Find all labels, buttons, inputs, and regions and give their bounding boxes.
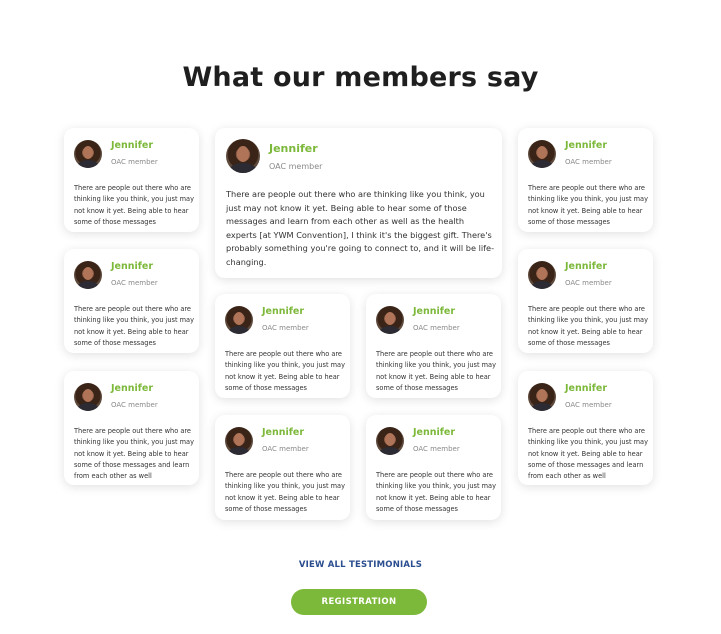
- testimonial-quote: There are people out there who are think…: [74, 305, 194, 347]
- testimonial-quote: There are people out there who are think…: [225, 350, 345, 392]
- avatar: [225, 306, 253, 334]
- testimonial-card: Jennifer OAC member There are people out…: [518, 371, 653, 485]
- registration-button[interactable]: REGISTRATION: [291, 589, 427, 615]
- member-role: OAC member: [111, 279, 158, 287]
- member-name: Jennifer: [111, 261, 154, 272]
- testimonial-quote: There are people out there who are think…: [74, 184, 194, 226]
- testimonial-quote: There are people out there who are think…: [226, 189, 495, 267]
- member-name: Jennifer: [565, 383, 608, 394]
- featured-testimonial-card: Jennifer OAC member There are people out…: [215, 128, 502, 278]
- avatar: [528, 383, 556, 411]
- avatar: [74, 383, 102, 411]
- view-all-testimonials-link[interactable]: VIEW ALL TESTIMONIALS: [0, 560, 721, 570]
- section-title: What our members say: [182, 62, 539, 93]
- member-role: OAC member: [413, 324, 460, 332]
- testimonial-card: Jennifer OAC member There are people out…: [64, 371, 199, 485]
- avatar: [376, 306, 404, 334]
- testimonial-quote: There are people out there who are think…: [225, 471, 345, 513]
- avatar: [376, 427, 404, 455]
- member-role: OAC member: [269, 162, 323, 171]
- testimonial-quote: There are people out there who are think…: [376, 471, 496, 513]
- member-name: Jennifer: [262, 427, 305, 438]
- avatar: [226, 139, 260, 173]
- testimonial-quote: There are people out there who are think…: [528, 427, 648, 481]
- member-name: Jennifer: [565, 140, 608, 151]
- avatar: [528, 261, 556, 289]
- testimonial-card: Jennifer OAC member There are people out…: [64, 128, 199, 232]
- member-role: OAC member: [565, 158, 612, 166]
- avatar: [74, 140, 102, 168]
- testimonial-quote: There are people out there who are think…: [376, 350, 496, 392]
- member-role: OAC member: [111, 401, 158, 409]
- member-name: Jennifer: [262, 306, 305, 317]
- member-role: OAC member: [413, 445, 460, 453]
- member-name: Jennifer: [111, 140, 154, 151]
- member-name: Jennifer: [111, 383, 154, 394]
- member-name: Jennifer: [413, 306, 456, 317]
- testimonial-card: Jennifer OAC member There are people out…: [215, 415, 350, 520]
- member-role: OAC member: [262, 445, 309, 453]
- testimonial-card: Jennifer OAC member There are people out…: [518, 128, 653, 232]
- member-role: OAC member: [565, 279, 612, 287]
- avatar: [528, 140, 556, 168]
- testimonial-quote: There are people out there who are think…: [74, 427, 194, 481]
- testimonial-card: Jennifer OAC member There are people out…: [366, 294, 501, 398]
- testimonial-card: Jennifer OAC member There are people out…: [215, 294, 350, 398]
- member-name: Jennifer: [413, 427, 456, 438]
- member-role: OAC member: [262, 324, 309, 332]
- testimonial-card: Jennifer OAC member There are people out…: [64, 249, 199, 353]
- avatar: [225, 427, 253, 455]
- testimonial-card: Jennifer OAC member There are people out…: [518, 249, 653, 353]
- testimonial-quote: There are people out there who are think…: [528, 184, 648, 226]
- member-name: Jennifer: [565, 261, 608, 272]
- testimonial-quote: There are people out there who are think…: [528, 305, 648, 347]
- member-name: Jennifer: [269, 142, 318, 155]
- member-role: OAC member: [111, 158, 158, 166]
- avatar: [74, 261, 102, 289]
- member-role: OAC member: [565, 401, 612, 409]
- testimonial-card: Jennifer OAC member There are people out…: [366, 415, 501, 520]
